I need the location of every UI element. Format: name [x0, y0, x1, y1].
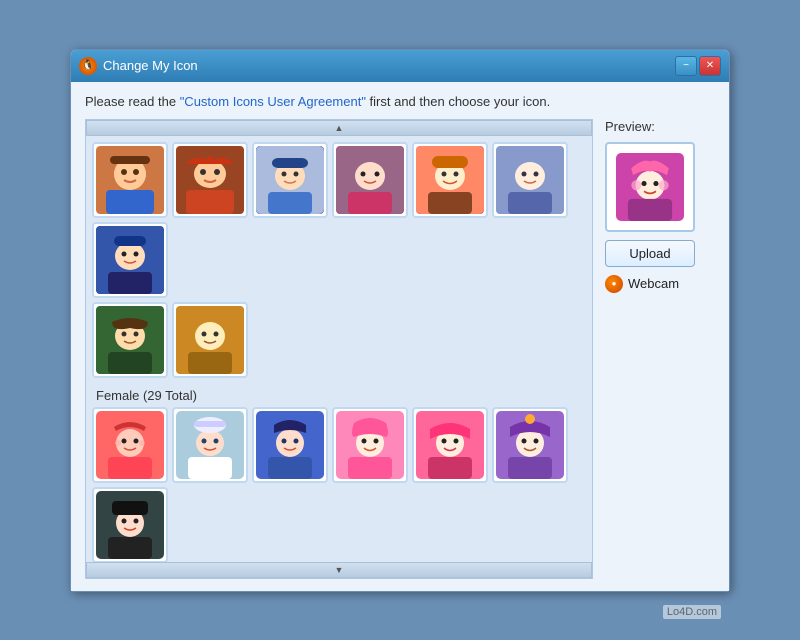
app-icon: 🐧	[79, 57, 97, 75]
user-agreement-link[interactable]: "Custom Icons User Agreement"	[180, 94, 366, 109]
icon-item[interactable]	[92, 142, 168, 218]
male-bottom-row	[92, 302, 586, 378]
icon-item[interactable]	[332, 407, 408, 483]
title-bar: 🐧 Change My Icon − ✕	[71, 50, 729, 82]
main-window: 🐧 Change My Icon − ✕ Please read the "Cu…	[70, 49, 730, 592]
title-bar-controls: − ✕	[675, 56, 721, 76]
scroll-down-button[interactable]: ▼	[86, 562, 592, 578]
webcam-icon: ●	[605, 275, 623, 293]
scroll-up-button[interactable]: ▲	[86, 120, 592, 136]
female-category-label: Female (29 Total)	[92, 382, 586, 407]
instruction-prefix: Please read the	[85, 94, 180, 109]
icon-item[interactable]	[92, 302, 168, 378]
window-content: Please read the "Custom Icons User Agree…	[71, 82, 729, 591]
icon-item[interactable]	[92, 407, 168, 483]
upload-button[interactable]: Upload	[605, 240, 695, 267]
icon-item[interactable]	[492, 142, 568, 218]
icon-item[interactable]	[412, 407, 488, 483]
icon-item[interactable]	[412, 142, 488, 218]
webcam-button[interactable]: ● Webcam	[605, 275, 715, 293]
icon-item[interactable]	[252, 142, 328, 218]
instruction-suffix: first and then choose your icon.	[366, 94, 550, 109]
male-top-row	[92, 142, 586, 298]
icon-panel: ▲	[85, 119, 593, 579]
window-title: Change My Icon	[103, 58, 198, 73]
icon-item[interactable]	[332, 142, 408, 218]
icon-item[interactable]	[252, 407, 328, 483]
icon-item[interactable]	[92, 487, 168, 562]
icon-item[interactable]	[172, 302, 248, 378]
close-button[interactable]: ✕	[699, 56, 721, 76]
icon-item[interactable]	[92, 222, 168, 298]
preview-label: Preview:	[605, 119, 715, 134]
preview-box	[605, 142, 695, 232]
female-row-1	[92, 407, 586, 562]
icon-item[interactable]	[172, 142, 248, 218]
sidebar: Preview: Upload	[605, 119, 715, 579]
webcam-label: Webcam	[628, 276, 679, 291]
icon-scroll-area[interactable]: Female (29 Total)	[86, 136, 592, 562]
title-bar-left: 🐧 Change My Icon	[79, 57, 198, 75]
icon-item[interactable]	[172, 407, 248, 483]
watermark: Lo4D.com	[663, 605, 721, 619]
main-area: ▲	[85, 119, 715, 579]
minimize-button[interactable]: −	[675, 56, 697, 76]
icon-item[interactable]	[492, 407, 568, 483]
instruction-text: Please read the "Custom Icons User Agree…	[85, 94, 715, 109]
